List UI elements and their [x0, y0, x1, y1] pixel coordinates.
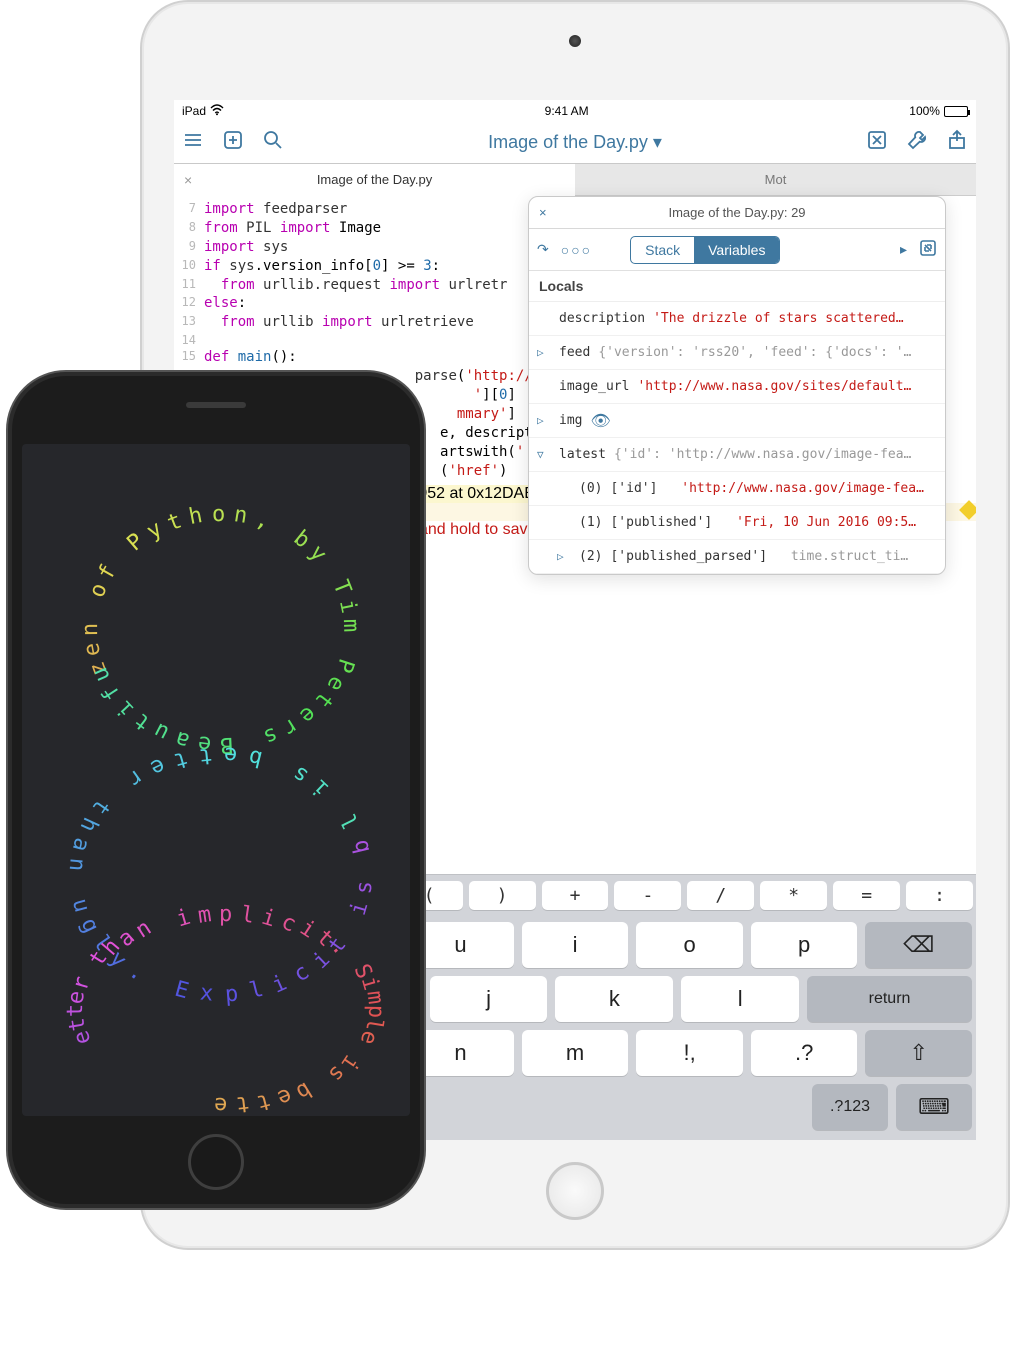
- variable-row[interactable]: ▷feed{'version': 'rss20', 'feed': {'docs…: [529, 336, 945, 370]
- breakpoints-icon[interactable]: ○○○: [561, 242, 592, 258]
- shortcut-key[interactable]: /: [687, 881, 754, 910]
- debugger-title-bar: × Image of the Day.py: 29: [529, 197, 945, 229]
- seg-stack[interactable]: Stack: [631, 237, 694, 263]
- clock: 9:41 AM: [545, 104, 589, 118]
- keyboard-key[interactable]: o: [636, 922, 743, 968]
- iphone-speaker: [186, 402, 246, 408]
- tab-close-icon[interactable]: ×: [184, 172, 192, 188]
- shortcut-key[interactable]: =: [833, 881, 900, 910]
- share-icon[interactable]: [946, 129, 968, 156]
- menu-icon[interactable]: [182, 129, 204, 156]
- variable-child-row[interactable]: (0) ['id'] 'http://www.nasa.gov/image-fe…: [529, 472, 945, 506]
- debugger-title: Image of the Day.py: 29: [668, 205, 805, 220]
- battery-text: 100%: [909, 104, 940, 118]
- shortcut-key[interactable]: :: [906, 881, 973, 910]
- close-run-icon[interactable]: [866, 129, 888, 156]
- shortcut-key[interactable]: -: [614, 881, 681, 910]
- battery-icon: [944, 106, 968, 117]
- shortcut-key[interactable]: ): [469, 881, 536, 910]
- ipad-home-button[interactable]: [546, 1162, 604, 1220]
- tab-label: Image of the Day.py: [317, 172, 432, 187]
- variable-row[interactable]: ▽latest{'id': 'http://www.nasa.gov/image…: [529, 438, 945, 472]
- variable-row[interactable]: ▷img👁: [529, 404, 945, 438]
- shortcut-key[interactable]: *: [760, 881, 827, 910]
- keyboard-key[interactable]: p: [751, 922, 858, 968]
- keyboard-key[interactable]: ⇧: [865, 1030, 972, 1076]
- iphone-screen: zen of Python, by Tim Peters Beautiful i…: [22, 444, 410, 1116]
- debugger-panel[interactable]: × Image of the Day.py: 29 ↷ ○○○ Stack Va…: [528, 196, 946, 575]
- step-return-icon[interactable]: ↷: [537, 241, 549, 258]
- variable-child-row[interactable]: (1) ['published'] 'Fri, 10 Jun 2016 09:5…: [529, 506, 945, 540]
- tab-label: Mot: [765, 172, 787, 187]
- keyboard-key[interactable]: .?123: [812, 1084, 888, 1130]
- keyboard-key[interactable]: .?: [751, 1030, 858, 1076]
- keyboard-key[interactable]: j: [430, 976, 548, 1022]
- keyboard-key[interactable]: ⌫: [865, 922, 972, 968]
- tab-other[interactable]: Mot: [575, 164, 976, 196]
- search-icon[interactable]: [262, 129, 284, 156]
- iphone-frame: zen of Python, by Tim Peters Beautiful i…: [6, 370, 426, 1210]
- keyboard-key[interactable]: m: [522, 1030, 629, 1076]
- keyboard-key[interactable]: ⌨: [896, 1084, 972, 1130]
- shortcut-key[interactable]: +: [542, 881, 609, 910]
- ipad-camera: [569, 35, 581, 47]
- seg-variables[interactable]: Variables: [694, 237, 779, 263]
- keyboard-key[interactable]: return: [807, 976, 972, 1022]
- debug-segment[interactable]: Stack Variables: [630, 236, 780, 264]
- variable-row[interactable]: image_url'http://www.nasa.gov/sites/defa…: [529, 370, 945, 404]
- zen-canvas: zen of Python, by Tim Peters Beautiful i…: [22, 444, 410, 1116]
- status-bar: iPad 9:41 AM 100%: [174, 100, 976, 122]
- tab-bar: × Image of the Day.py Mot: [174, 164, 976, 196]
- continue-icon[interactable]: ▸: [900, 241, 907, 258]
- wrench-icon[interactable]: [906, 129, 928, 156]
- keyboard-key[interactable]: i: [522, 922, 629, 968]
- keyboard-key[interactable]: l: [681, 976, 799, 1022]
- add-icon[interactable]: [222, 129, 244, 156]
- variable-row[interactable]: description'The drizzle of stars scatter…: [529, 302, 945, 336]
- document-title[interactable]: Image of the Day.py ▾: [302, 132, 848, 153]
- device-label: iPad: [182, 104, 206, 118]
- keyboard-key[interactable]: !,: [636, 1030, 743, 1076]
- variable-child-row[interactable]: ▷(2) ['published_parsed'] time.struct_ti…: [529, 540, 945, 574]
- keyboard-key[interactable]: k: [555, 976, 673, 1022]
- debugger-toolbar: ↷ ○○○ Stack Variables ▸: [529, 229, 945, 271]
- debugger-close-icon[interactable]: ×: [539, 205, 547, 220]
- iphone-home-button[interactable]: [188, 1134, 244, 1190]
- expand-icon[interactable]: [919, 239, 937, 260]
- main-toolbar: Image of the Day.py ▾: [174, 122, 976, 164]
- tab-active[interactable]: × Image of the Day.py: [174, 164, 575, 196]
- locals-header: Locals: [529, 271, 945, 302]
- wifi-icon: [210, 104, 224, 119]
